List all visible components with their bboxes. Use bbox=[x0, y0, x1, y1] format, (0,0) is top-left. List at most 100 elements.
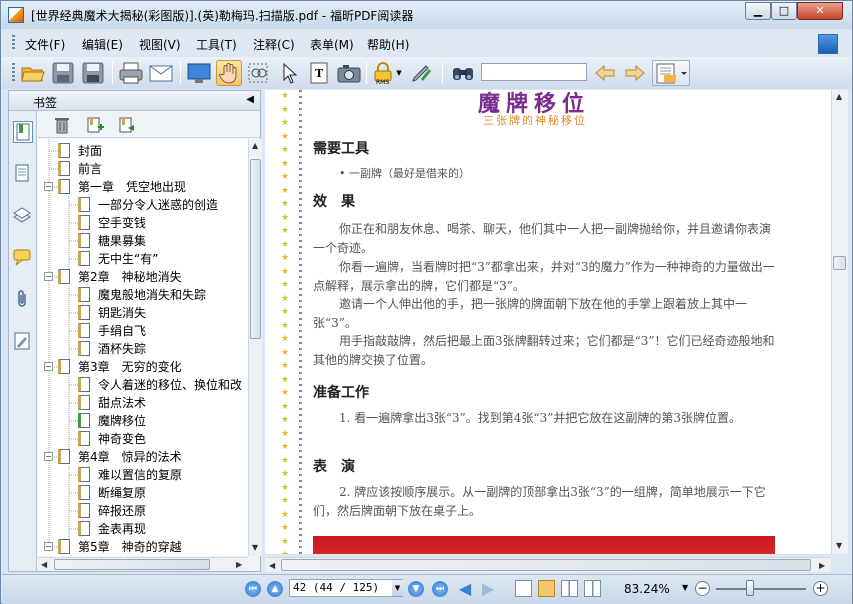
attachments-tab-icon[interactable] bbox=[13, 289, 33, 311]
bookmark-vertical-scrollbar[interactable]: ▲ ▼ bbox=[248, 139, 262, 556]
menu-tools[interactable]: 工具(T) bbox=[196, 36, 237, 53]
tree-node[interactable]: 难以置信的复原 bbox=[78, 466, 182, 484]
scroll-up-icon[interactable]: ▲ bbox=[836, 92, 842, 101]
menu-edit[interactable]: 编辑(E) bbox=[82, 36, 123, 53]
rms-dropdown-icon[interactable]: ▼ bbox=[394, 60, 404, 86]
tree-node[interactable]: 糖果募集 bbox=[78, 232, 146, 250]
collapse-icon[interactable]: − bbox=[44, 362, 53, 371]
scroll-up-icon[interactable]: ▲ bbox=[252, 141, 258, 150]
tree-node-chapter[interactable]: − 第4章 惊异的法术 bbox=[44, 448, 182, 466]
fullscreen-icon[interactable] bbox=[186, 60, 212, 86]
collapse-icon[interactable]: − bbox=[44, 542, 53, 551]
tree-node-chapter[interactable]: − 第2章 神秘地消失 bbox=[44, 268, 182, 286]
signatures-tab-icon[interactable] bbox=[13, 331, 33, 353]
zoom-level[interactable]: 83.24% bbox=[624, 582, 670, 596]
menu-file[interactable]: 文件(F) bbox=[25, 36, 65, 53]
scroll-thumb[interactable] bbox=[833, 256, 846, 270]
tree-node-chapter[interactable]: − 第3章 无穷的变化 bbox=[44, 358, 182, 376]
tree-node[interactable]: 金表再现 bbox=[78, 520, 146, 538]
pages-tab-icon[interactable] bbox=[13, 163, 33, 185]
add-child-bookmark-icon[interactable] bbox=[118, 116, 136, 134]
add-bookmark-icon[interactable] bbox=[86, 116, 104, 134]
facing-view-icon[interactable] bbox=[561, 580, 578, 597]
binoculars-find-icon[interactable] bbox=[450, 60, 476, 86]
camera-snapshot-icon[interactable] bbox=[336, 60, 362, 86]
go-forward-icon[interactable]: ▶ bbox=[480, 581, 496, 597]
scroll-down-icon[interactable]: ▼ bbox=[252, 543, 258, 552]
hand-tool-icon[interactable] bbox=[216, 60, 242, 86]
menu-help[interactable]: 帮助(H) bbox=[367, 36, 409, 53]
continuous-view-icon[interactable] bbox=[538, 580, 555, 597]
select-arrow-icon[interactable] bbox=[276, 60, 302, 86]
document-vertical-scrollbar[interactable]: ▲ ▼ bbox=[831, 90, 848, 554]
next-page-icon[interactable]: ▼ bbox=[408, 581, 424, 597]
tree-node[interactable]: 断绳复原 bbox=[78, 484, 146, 502]
rms-lock-icon[interactable]: RMS bbox=[370, 60, 396, 86]
tree-node[interactable]: 封面 bbox=[58, 142, 102, 160]
scroll-left-icon[interactable]: ◀ bbox=[41, 560, 47, 569]
sign-pen-icon[interactable] bbox=[408, 60, 434, 86]
zoom-slider-track[interactable] bbox=[716, 588, 806, 590]
zoom-out-icon[interactable]: − bbox=[695, 581, 710, 596]
menu-view[interactable]: 视图(V) bbox=[139, 36, 181, 53]
page-number-input[interactable]: 42 (44 / 125) bbox=[289, 579, 403, 597]
first-page-icon[interactable]: ⏮ bbox=[245, 581, 261, 597]
scroll-right-icon[interactable]: ▶ bbox=[236, 560, 242, 569]
zoom-dropdown-icon[interactable]: ▼ bbox=[682, 583, 688, 592]
find-text-input[interactable] bbox=[481, 63, 587, 81]
find-next-icon[interactable] bbox=[622, 60, 648, 86]
page-dropdown-icon[interactable]: ▼ bbox=[392, 580, 403, 596]
email-icon[interactable] bbox=[148, 60, 174, 86]
open-folder-icon[interactable] bbox=[20, 60, 46, 86]
tree-node[interactable]: 酒杯失踪 bbox=[78, 340, 146, 358]
tree-node[interactable]: 空手变钱 bbox=[78, 214, 146, 232]
tree-node[interactable]: 无中生“有” bbox=[78, 250, 158, 268]
minimize-button[interactable]: ▁ bbox=[745, 2, 771, 20]
tree-node[interactable]: 前言 bbox=[58, 160, 102, 178]
tree-node[interactable]: 碎报还原 bbox=[78, 502, 146, 520]
scroll-down-icon[interactable]: ▼ bbox=[836, 541, 842, 550]
menu-form[interactable]: 表单(M) bbox=[310, 36, 354, 53]
zoom-in-icon[interactable]: + bbox=[813, 581, 828, 596]
last-page-icon[interactable]: ⏭ bbox=[432, 581, 448, 597]
bookmarks-tab-icon[interactable] bbox=[13, 121, 33, 143]
menubar-grip[interactable] bbox=[12, 35, 15, 51]
tree-node[interactable]: 一部分令人迷惑的创造 bbox=[78, 196, 218, 214]
save-as-icon[interactable] bbox=[80, 60, 106, 86]
restore-window-icon[interactable] bbox=[818, 34, 838, 54]
document-view[interactable]: ★★★★★★★★★★★★★★★★★★★★★★★★★★★★★★★★★★★ 魔牌移位… bbox=[265, 90, 831, 554]
single-page-view-icon[interactable] bbox=[515, 580, 532, 597]
tree-node[interactable]: 神奇变色 bbox=[78, 430, 146, 448]
scroll-thumb[interactable] bbox=[281, 559, 811, 571]
tree-node-current[interactable]: 魔牌移位 bbox=[78, 412, 146, 430]
tree-node[interactable]: 手绢自飞 bbox=[78, 322, 146, 340]
scroll-right-icon[interactable]: ▶ bbox=[819, 561, 825, 570]
select-text-icon[interactable]: T bbox=[306, 60, 332, 86]
scroll-thumb[interactable] bbox=[54, 559, 210, 570]
document-horizontal-scrollbar[interactable]: ◀ ▶ bbox=[265, 557, 831, 572]
find-previous-icon[interactable] bbox=[592, 60, 618, 86]
comments-tab-icon[interactable] bbox=[13, 247, 33, 269]
tree-node[interactable]: 甜点法术 bbox=[78, 394, 146, 412]
save-icon[interactable] bbox=[50, 60, 76, 86]
delete-bookmark-icon[interactable] bbox=[54, 116, 72, 134]
tree-node-chapter[interactable]: − 第一章 凭空地出现 bbox=[44, 178, 186, 196]
collapse-icon[interactable]: − bbox=[44, 452, 53, 461]
snapshot-select-icon[interactable] bbox=[246, 60, 272, 86]
tree-node-chapter[interactable]: − 第5章 神奇的穿越 bbox=[44, 538, 182, 556]
tree-node[interactable]: 魔鬼般地消失和失踪 bbox=[78, 286, 206, 304]
close-button[interactable]: ✕ bbox=[797, 2, 843, 20]
collapse-panel-icon[interactable]: ◀ bbox=[246, 94, 254, 105]
toolbar-grip[interactable] bbox=[12, 63, 15, 83]
go-back-icon[interactable]: ◀ bbox=[457, 581, 473, 597]
maximize-button[interactable]: □ bbox=[771, 2, 797, 20]
collapse-icon[interactable]: − bbox=[44, 182, 53, 191]
tree-node[interactable]: 钥匙消失 bbox=[78, 304, 146, 322]
tree-node[interactable]: 令人着迷的移位、换位和改 bbox=[78, 376, 242, 394]
search-options-icon[interactable] bbox=[652, 60, 690, 86]
previous-page-icon[interactable]: ▲ bbox=[267, 581, 283, 597]
zoom-slider-thumb[interactable] bbox=[746, 580, 754, 596]
continuous-facing-view-icon[interactable] bbox=[584, 580, 601, 597]
bookmark-horizontal-scrollbar[interactable]: ◀ ▶ bbox=[38, 557, 248, 571]
print-icon[interactable] bbox=[118, 60, 144, 86]
